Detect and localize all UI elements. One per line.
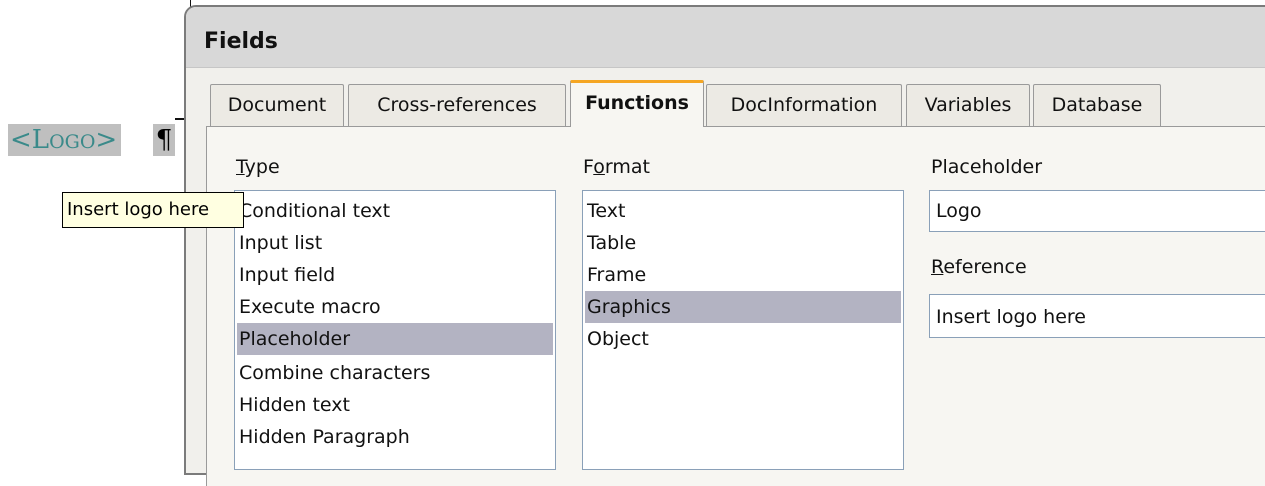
format-item-text[interactable]: Text xyxy=(585,195,901,227)
format-label: Format xyxy=(583,156,650,178)
dialog-titlebar[interactable]: Fields xyxy=(186,7,1265,68)
format-listbox[interactable]: Text Table Frame Graphics Object xyxy=(582,190,904,470)
document-page xyxy=(0,0,190,463)
type-item-conditional-text[interactable]: Conditional text xyxy=(237,195,553,227)
placeholder-input[interactable]: Logo xyxy=(929,190,1265,232)
tab-functions[interactable]: Functions xyxy=(570,80,704,127)
type-item-combine-characters[interactable]: Combine characters xyxy=(237,357,553,389)
format-item-frame[interactable]: Frame xyxy=(585,259,901,291)
format-item-object[interactable]: Object xyxy=(585,323,901,355)
field-tooltip: Insert logo here xyxy=(62,192,244,228)
reference-label: Reference xyxy=(931,256,1027,278)
field-cap-letter: L xyxy=(31,125,50,155)
tab-cross-references[interactable]: Cross-references xyxy=(348,84,566,126)
placeholder-field[interactable]: <LOGO> xyxy=(8,124,122,156)
format-item-table[interactable]: Table xyxy=(585,227,901,259)
reference-input[interactable]: Insert logo here xyxy=(929,294,1265,338)
type-item-hidden-text[interactable]: Hidden text xyxy=(237,389,553,421)
type-listbox[interactable]: Conditional text Input list Input field … xyxy=(234,190,556,470)
tab-database[interactable]: Database xyxy=(1033,84,1161,126)
tab-docinformation[interactable]: DocInformation xyxy=(706,84,902,126)
dialog-title: Fields xyxy=(204,29,278,54)
pilcrow-mark: ¶ xyxy=(153,124,175,156)
field-small-caps: OGO xyxy=(49,131,96,153)
type-item-hidden-paragraph[interactable]: Hidden Paragraph xyxy=(237,421,553,453)
type-label: Type xyxy=(236,156,280,178)
type-item-execute-macro[interactable]: Execute macro xyxy=(237,291,553,323)
type-item-input-list[interactable]: Input list xyxy=(237,227,553,259)
tab-variables[interactable]: Variables xyxy=(906,84,1030,126)
field-close-bracket: > xyxy=(95,125,118,155)
field-open-bracket: < xyxy=(10,125,32,155)
type-item-placeholder[interactable]: Placeholder xyxy=(237,323,553,355)
placeholder-label: Placeholder xyxy=(931,156,1043,178)
tab-document[interactable]: Document xyxy=(210,84,344,126)
format-item-graphics[interactable]: Graphics xyxy=(585,291,901,323)
type-item-input-field[interactable]: Input field xyxy=(237,259,553,291)
